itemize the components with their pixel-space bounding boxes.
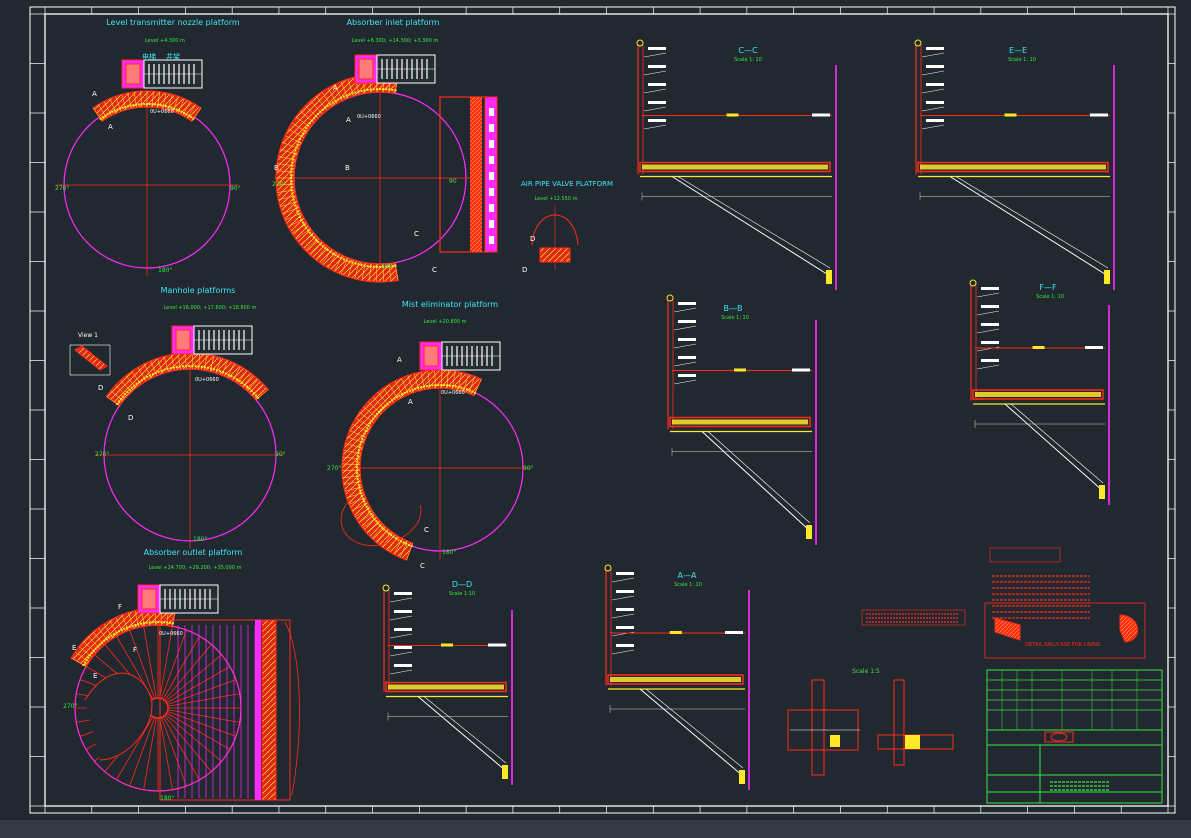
section-aa <box>604 564 750 790</box>
section-bb <box>666 294 817 545</box>
ao-f-bot: F <box>133 646 137 654</box>
section-dd-scale: Scale 1:10 <box>449 591 475 597</box>
me-c-top: C <box>424 526 429 534</box>
me-deg180: 180° <box>442 549 456 556</box>
title-block <box>986 669 1163 804</box>
me-a-top: A <box>397 356 402 364</box>
section-cc-title: C—C <box>738 46 758 55</box>
air-pipe-platform <box>539 247 571 263</box>
lt-deg270: 270° <box>55 185 69 192</box>
absorber-outlet-level: Level +24.700; +29.200; +35.000 m <box>149 565 242 571</box>
ao-e-top: E <box>72 644 76 652</box>
detail-views <box>787 679 954 776</box>
shaft-label: 井架 <box>166 52 180 61</box>
ap-d-top: D <box>530 235 535 243</box>
plan-absorber-inlet <box>275 54 498 283</box>
plan-air-pipe <box>531 205 579 270</box>
mh-deg90: 90° <box>275 451 286 458</box>
section-dd-top-node <box>382 584 390 592</box>
me-deg270: 270° <box>327 465 341 472</box>
plan-level-transmitter <box>56 59 238 276</box>
air-pipe-level: Level +12.550 m <box>535 196 578 202</box>
lt-deg90: 90° <box>230 185 241 192</box>
notes-area <box>861 547 1146 659</box>
ao-e-bot: E <box>93 672 97 680</box>
ladder-label: 电梯 <box>142 52 156 61</box>
mist-eliminator-title: Mist eliminator platform <box>402 300 498 309</box>
lt-deg180: 180° <box>158 267 172 274</box>
detail-scale: Scale 1:5 <box>852 668 880 675</box>
lt-a-top: A <box>92 90 97 98</box>
mh-d-top: D <box>98 384 103 392</box>
section-cc-scale: Scale 1: 10 <box>734 57 762 63</box>
section-dd-title: D—D <box>452 580 472 589</box>
ao-f-top: F <box>118 603 122 611</box>
absorber-inlet-duct <box>439 96 491 253</box>
section-ee-title: E—E <box>1009 46 1027 55</box>
absorber-inlet-title: Absorber inlet platform <box>347 18 440 27</box>
section-bb-top-node <box>666 294 674 302</box>
ai-a-bot: A <box>346 116 351 124</box>
mist-eliminator-level: Level +20.800 m <box>424 319 467 325</box>
section-ee-top-node <box>914 39 922 47</box>
section-cc-top-node <box>636 39 644 47</box>
lt-marker: 0U+0660 <box>150 109 174 115</box>
section-aa-title: A—A <box>678 571 697 580</box>
ai-deg180: 180° <box>381 263 395 270</box>
manhole-title: Manhole platforms <box>161 286 236 295</box>
ap-d-bot: D <box>522 266 527 274</box>
section-aa-scale: Scale 1: 10 <box>674 582 702 588</box>
ao-marker: 0U+0660 <box>159 631 183 637</box>
section-dd <box>382 584 513 785</box>
manhole-walkway <box>105 352 269 407</box>
section-cc <box>636 39 837 290</box>
detail-legend-title: DETAIL RAIL/CASE FOR LINING <box>1025 642 1101 648</box>
ao-deg270: 270° <box>63 703 77 710</box>
me-marker: 0U+0660 <box>441 390 465 396</box>
ai-deg90: 90 <box>449 178 457 185</box>
ai-a-top: A <box>333 84 338 92</box>
section-aa-top-node <box>604 564 612 572</box>
mh-d-bot: D <box>128 414 133 422</box>
plan-absorber-outlet <box>70 584 300 801</box>
section-bb-title: B—B <box>724 304 743 313</box>
section-ee <box>914 39 1115 290</box>
ai-b-right: B <box>345 164 350 172</box>
section-ff-title: F—F <box>1039 283 1057 292</box>
absorber-outlet-title: Absorber outlet platform <box>144 548 243 557</box>
ai-c-bot: C <box>432 266 437 274</box>
ai-marker: 0U+0660 <box>357 114 381 120</box>
me-c-bot: C <box>420 562 425 570</box>
me-a-bot: A <box>408 398 413 406</box>
section-ff <box>969 279 1110 505</box>
note-box <box>861 609 966 626</box>
cad-drawing-canvas[interactable]: Level transmitter nozzle platform Level … <box>0 0 1191 820</box>
section-bb-scale: Scale 1: 10 <box>721 315 749 321</box>
level-transmitter-level: Level +4.300 m <box>145 38 185 44</box>
section-ff-scale: Scale 1: 10 <box>1036 294 1064 300</box>
ai-deg270: 270° <box>272 181 286 188</box>
ai-c-top: C <box>414 230 419 238</box>
section-ff-top-node <box>969 279 977 287</box>
ai-b-left: B <box>274 164 279 172</box>
me-deg90: 90° <box>523 465 534 472</box>
lt-a-bot: A <box>108 123 113 131</box>
mh-deg270: 270° <box>95 451 109 458</box>
mh-deg180: 180° <box>193 536 207 543</box>
ao-deg180: 180° <box>160 795 174 802</box>
plan-manhole <box>69 325 284 549</box>
absorber-inlet-level: Level +6.300; +14.300; +3.300 m <box>352 38 439 44</box>
status-bar <box>0 820 1191 838</box>
mh-marker: 0U+0660 <box>195 377 219 383</box>
manhole-level: Level +16.000; +17.600; +18.800 m <box>164 305 257 311</box>
text-layer: Level transmitter nozzle platform Level … <box>55 18 1101 802</box>
manhole-view: View 1 <box>78 332 98 339</box>
section-ee-scale: Scale 1: 10 <box>1008 57 1036 63</box>
plan-mist-eliminator <box>340 341 531 561</box>
level-transmitter-title: Level transmitter nozzle platform <box>106 18 240 27</box>
air-pipe-title: AIR PIPE VALVE PLATFORM <box>521 180 613 188</box>
